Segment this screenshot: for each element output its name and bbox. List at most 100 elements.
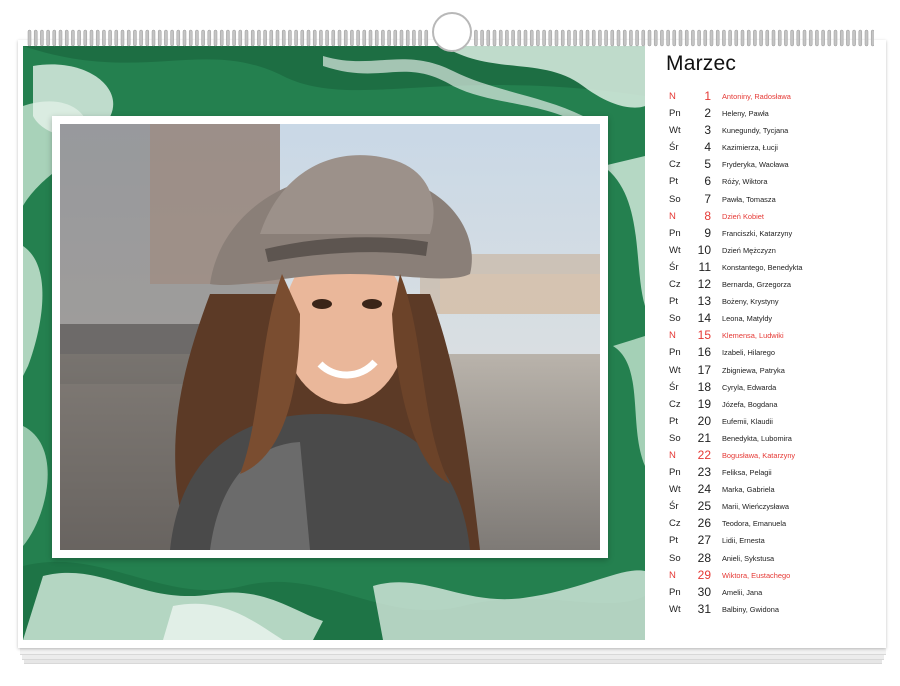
spiral-coil [573,29,577,47]
day-row: N 8 Dzień Kobiet [667,209,877,226]
spiral-coil [790,29,794,47]
spiral-coil [622,29,627,47]
day-name: Pt [669,535,678,547]
spiral-coil [95,29,100,47]
spiral-coil [188,29,193,47]
spiral-coil [864,29,869,47]
day-number: 9 [704,225,711,240]
name-day: Józefa, Bogdana [722,399,778,409]
spiral-coil [839,29,844,47]
day-row: Pn 30 Amelii, Jana [667,585,877,602]
name-day: Róży, Wiktora [722,177,768,187]
spiral-coil [374,29,379,47]
day-row: So 28 Anieli, Sykstusa [667,551,877,568]
name-day: Izabeli, Hilarego [722,348,775,358]
name-day: Heleny, Pawła [722,109,769,119]
spiral-coil [567,29,571,47]
month-title: Marzec [666,52,737,75]
day-name: Wt [669,364,681,376]
day-name: Pt [669,296,678,308]
day-row: Śr 25 Marii, Wieńczysława [667,499,877,516]
spiral-coil [257,29,261,47]
name-day: Klemensa, Ludwiki [722,331,784,341]
spiral-coil [852,29,856,47]
spiral-coil [703,29,708,47]
spiral-coil [672,29,677,47]
spiral-coil [114,29,119,47]
spiral-coil [306,29,311,47]
name-day: Bożeny, Krystyny [722,297,779,307]
day-name: Śr [669,142,679,154]
day-number: 23 [697,465,711,480]
spiral-coil [641,29,646,47]
spiral-coil [579,29,584,47]
spiral-coil [281,29,286,47]
spiral-coil [195,29,199,47]
day-row: Cz 26 Teodora, Emanuela [667,516,877,533]
spiral-coil [629,29,633,47]
spiral-coil [356,29,360,47]
day-number: 25 [697,499,711,514]
day-name: N [669,330,676,342]
name-day: Franciszki, Katarzyny [722,228,793,238]
spiral-coil [52,29,57,47]
day-name: N [669,91,676,102]
day-number: 12 [697,277,711,292]
day-name: Śr [669,501,679,513]
day-number: 21 [697,430,711,445]
spiral-coil [350,29,354,47]
name-day: Eufemii, Klaudii [722,416,773,426]
spiral-coil [300,29,305,47]
spiral-coil [709,29,714,47]
day-name: N [669,210,676,222]
day-row: Pt 6 Róży, Wiktora [667,174,877,191]
name-day: Dzień Mężczyzn [722,245,776,255]
spiral-coil [560,29,565,47]
day-row: Pn 9 Franciszki, Katarzyny [667,226,877,243]
spiral-coil [182,29,187,47]
spiral-coil [771,29,776,47]
spiral-coil [418,29,422,47]
spiral-coil [381,29,385,47]
day-number: 16 [697,345,711,360]
name-day: Leona, Matyldy [722,314,773,324]
name-day: Pawła, Tomasza [722,194,776,204]
day-name: Pn [669,227,681,239]
day-number: 20 [697,413,711,428]
spiral-coil [660,29,664,47]
spiral-coil [263,29,267,47]
name-day: Teodora, Emanuela [722,519,787,529]
day-row: Śr 18 Cyryla, Edwarda [667,380,877,397]
day-number: 28 [697,550,711,565]
spiral-coil [337,29,342,47]
spiral-coil [387,29,391,47]
spiral-coil [58,29,63,47]
spiral-coil [759,29,763,47]
day-name: Pt [669,176,678,188]
day-row: Wt 17 Zbigniewa, Patryka [667,363,877,380]
spiral-coil [294,29,298,47]
spiral-coil [219,29,224,47]
spiral-coil [133,29,137,47]
day-row: Pt 27 Lidii, Ernesta [667,533,877,550]
day-number: 29 [697,567,711,582]
day-number: 26 [697,516,711,531]
spiral-coil [226,29,230,47]
spiral-coil [616,29,621,47]
portrait-photo [60,124,600,550]
spiral-coil [164,29,168,47]
spiral-coil [858,29,863,47]
spiral-coil [691,29,695,47]
spiral-coil [548,29,553,47]
spiral-coil [523,29,528,47]
spiral-coil [176,29,181,47]
spiral-coil [666,29,670,47]
spiral-coil [517,29,522,47]
day-number: 30 [697,584,711,599]
spiral-coil [647,29,652,47]
spiral-coil [653,29,658,47]
spiral-coil [591,29,596,47]
day-number: 18 [697,379,711,394]
spiral-coil [740,29,745,47]
spiral-coil [542,29,546,47]
